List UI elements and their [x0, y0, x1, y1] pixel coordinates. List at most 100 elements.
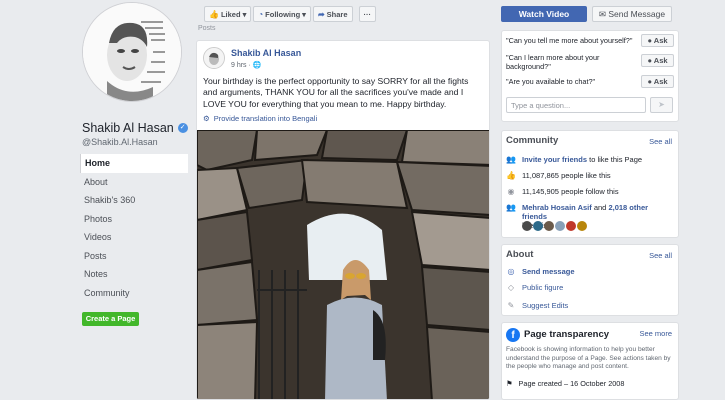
about-send-message-row: ◎ Send message [506, 267, 674, 276]
public-figure-link[interactable]: Public figure [522, 283, 563, 292]
posts-section-label: Posts [198, 25, 216, 32]
avatar[interactable] [544, 221, 554, 231]
nav-item-posts[interactable]: Posts [80, 247, 188, 266]
nav-item-360[interactable]: Shakib's 360 [80, 191, 188, 210]
chevron-down-icon: ▾ [302, 9, 306, 19]
messenger-icon: ✉ [598, 9, 607, 19]
send-message-button[interactable]: ✉ Send Message [592, 6, 672, 22]
page-name-text[interactable]: Shakib Al Hasan [82, 121, 174, 135]
send-arrow-icon[interactable]: ➤ [650, 97, 673, 113]
suggest-edits-link[interactable]: Suggest Edits [522, 301, 568, 310]
page-name[interactable]: Shakib Al Hasan ✓ [82, 121, 188, 135]
rss-icon: ◔ [258, 9, 264, 19]
nav-item-home[interactable]: Home [80, 154, 188, 173]
transparency-title: Page transparency [524, 329, 610, 340]
avatar-portrait-image [204, 48, 224, 68]
chat-icon: ● [647, 77, 652, 86]
share-arrow-icon: ➦ [317, 9, 325, 19]
people-icon: 👥 [506, 155, 516, 164]
friend-name-link[interactable]: Mehrab Hosain Asif [522, 203, 592, 212]
translation-link[interactable]: ⚙ Provide translation into Bengali [203, 114, 317, 123]
question-input[interactable]: Type a question... [506, 97, 646, 113]
transparency-description: Facebook is showing information to help … [506, 346, 671, 370]
post-card: Shakib Al Hasan 9 hrs · 🌐 Your birthday … [196, 40, 490, 400]
follows-row: ◉ 11,145,905 people follow this [506, 187, 674, 196]
nav-item-about[interactable]: About [80, 173, 188, 192]
page-created-text: Page created – 16 October 2008 [518, 379, 625, 388]
verified-badge-icon: ✓ [177, 123, 188, 133]
tag-icon: ◇ [507, 283, 515, 292]
following-button[interactable]: ◔ Following ▾ [253, 6, 311, 22]
page-action-toolbar: 👍 Liked ▾ ◔ Following ▾ ➦ Share ··· [204, 6, 376, 22]
share-label: Share [326, 9, 348, 19]
page-transparency-card: f Page transparency See more Facebook is… [501, 322, 679, 400]
chat-icon: ● [647, 36, 652, 45]
gear-icon: ⚙ [203, 114, 210, 123]
friend-and: and [593, 203, 607, 212]
follows-count: 11,145,905 people follow this [522, 187, 619, 196]
thumbs-up-icon: 👍 [209, 9, 219, 19]
about-card: About See all ◎ Send message ◇ Public fi… [501, 244, 679, 316]
ask-button-1[interactable]: ● Ask [641, 34, 674, 47]
post-meta: 9 hrs · 🌐 [231, 61, 262, 69]
avatar[interactable] [566, 221, 576, 231]
community-see-all-link[interactable]: See all [649, 137, 672, 146]
question-card: "Can you tell me more about yourself?" ●… [501, 30, 679, 122]
likes-row: 👍 11,087,865 people like this [506, 171, 674, 180]
post-photo-image [197, 130, 489, 399]
profile-picture[interactable] [82, 2, 182, 102]
ask-button-2[interactable]: ● Ask [641, 54, 674, 67]
avatar[interactable] [577, 221, 587, 231]
ask-label: Ask [653, 56, 668, 65]
page-nav: Home About Shakib's 360 Photos Videos Po… [80, 154, 188, 302]
nav-item-community[interactable]: Community [80, 284, 188, 303]
nav-item-photos[interactable]: Photos [80, 210, 188, 229]
ask-label: Ask [653, 77, 668, 86]
invite-friends-row: 👥 Invite your friends to like this Page [506, 155, 674, 164]
page-created-row: ⚑ Page created – 16 October 2008 [506, 379, 624, 388]
ask-label: Ask [653, 36, 668, 45]
page-handle[interactable]: @Shakib.Al.Hasan [82, 137, 158, 147]
avatar[interactable] [522, 221, 532, 231]
ask-button-3[interactable]: ● Ask [641, 75, 674, 88]
create-page-button[interactable]: Create a Page [82, 312, 139, 326]
likes-count: 11,087,865 people like this [522, 171, 611, 180]
post-timestamp[interactable]: 9 hrs [231, 62, 247, 69]
share-button[interactable]: ➦ Share [312, 6, 353, 22]
about-see-all-link[interactable]: See all [649, 251, 672, 260]
translation-label: Provide translation into Bengali [213, 114, 318, 123]
post-photo[interactable] [197, 130, 489, 399]
globe-icon: 🌐 [252, 62, 262, 69]
send-message-label: Send Message [608, 9, 666, 19]
liked-label: Liked [220, 9, 241, 19]
public-figure-row: ◇ Public figure [506, 283, 674, 292]
transparency-see-more-link[interactable]: See more [639, 329, 672, 338]
left-column: Shakib Al Hasan ✓ @Shakib.Al.Hasan Home … [0, 0, 192, 400]
facebook-logo-icon: f [506, 328, 520, 342]
watch-video-button[interactable]: Watch Video [501, 6, 587, 22]
invite-friends-link[interactable]: Invite your friends [522, 155, 587, 164]
post-text: Your birthday is the perfect opportunity… [203, 76, 469, 109]
friend-avatars [522, 221, 587, 231]
invite-text: Invite your friends to like this Page [522, 155, 642, 164]
avatar[interactable] [533, 221, 543, 231]
about-send-message-link[interactable]: Send message [522, 267, 575, 276]
thumbs-up-icon: 👍 [506, 171, 516, 180]
chat-icon: ● [647, 56, 652, 65]
community-title: Community [506, 135, 559, 146]
post-author-name[interactable]: Shakib Al Hasan [231, 48, 301, 58]
pencil-icon: ✎ [507, 301, 515, 310]
invite-rest: to like this Page [589, 155, 643, 164]
nav-item-videos[interactable]: Videos [80, 228, 188, 247]
about-title: About [506, 249, 534, 260]
friends-icon: 👥 [506, 203, 516, 212]
avatar[interactable] [555, 221, 565, 231]
question-2: "Can I learn more about your background?… [506, 53, 600, 71]
following-label: Following [265, 9, 301, 19]
chevron-down-icon: ▾ [242, 9, 247, 19]
nav-item-notes[interactable]: Notes [80, 265, 188, 284]
messenger-icon: ◎ [507, 267, 515, 276]
more-options-button[interactable]: ··· [358, 6, 376, 22]
liked-button[interactable]: 👍 Liked ▾ [204, 6, 252, 22]
post-author-avatar[interactable] [203, 47, 225, 69]
